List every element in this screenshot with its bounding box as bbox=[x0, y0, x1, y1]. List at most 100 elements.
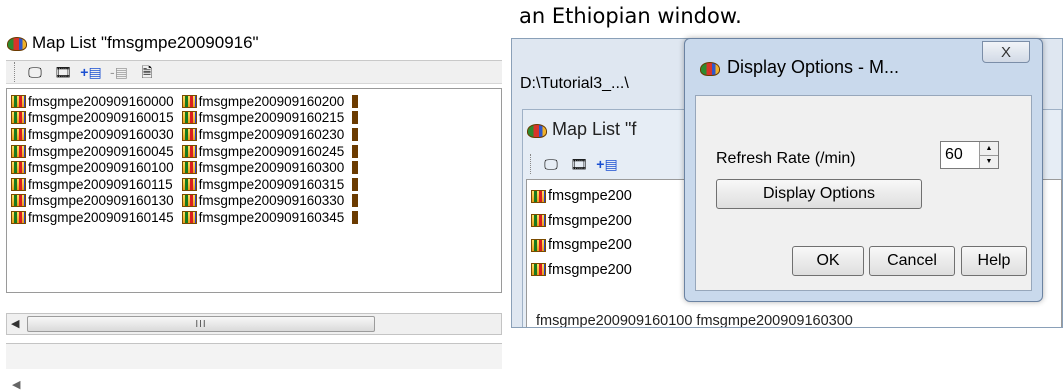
map-file-icon bbox=[181, 111, 197, 125]
map-file-icon bbox=[181, 144, 197, 158]
map-file-icon bbox=[181, 177, 197, 191]
list-item[interactable]: fmsgmpe200909160300 bbox=[181, 159, 344, 176]
list-item-label: fmsgmpe200909160345 bbox=[198, 209, 345, 225]
map-list-grid: fmsgmpe200909160000 fmsgmpe200909160015 fm… bbox=[7, 89, 501, 226]
list-item-label: fmsgmpe200909160000 bbox=[28, 93, 174, 109]
add-layer-icon[interactable]: +▤ bbox=[596, 154, 618, 174]
ok-button[interactable]: OK bbox=[792, 246, 864, 276]
list-item-label: fmsgmpe200 bbox=[548, 212, 632, 229]
list-item-clipped[interactable] bbox=[352, 110, 359, 127]
cancel-button-label: Cancel bbox=[887, 252, 937, 269]
map-file-icon bbox=[531, 238, 546, 252]
refresh-rate-stepper[interactable]: ▲ ▼ bbox=[940, 141, 999, 169]
toolbar-grip[interactable] bbox=[14, 62, 18, 82]
dialog-titlebar: Display Options - M... bbox=[699, 57, 899, 78]
list-item-clipped[interactable] bbox=[352, 209, 359, 226]
map-file-icon bbox=[11, 177, 26, 191]
horizontal-scrollbar[interactable]: ◀ III bbox=[6, 313, 502, 335]
list-item-clipped[interactable] bbox=[352, 159, 359, 176]
window-title: Map List "fmsgmpe20090916" bbox=[32, 33, 259, 52]
map-list[interactable]: fmsgmpe200909160000 fmsgmpe200909160015 fm… bbox=[6, 88, 502, 293]
list-item[interactable]: fmsgmpe200909160245 bbox=[181, 143, 345, 160]
list-item-label: fmsgmpe200909160015 bbox=[28, 110, 174, 126]
list-item[interactable]: fmsgmpe200909160045 bbox=[11, 143, 174, 160]
map-file-icon bbox=[531, 263, 546, 277]
list-item[interactable]: fmsgmpe200909160030 bbox=[11, 126, 174, 143]
list-item-label: fmsgmpe200909160115 bbox=[28, 176, 173, 192]
display-icon[interactable]: 🖵 bbox=[540, 154, 562, 174]
film-icon[interactable]: 🎞 bbox=[568, 154, 590, 174]
map-file-icon bbox=[181, 127, 197, 141]
map-file-icon bbox=[352, 194, 359, 208]
list-item-label: fmsgmpe200909160030 bbox=[28, 126, 174, 142]
list-item-clipped[interactable] bbox=[352, 176, 359, 193]
help-button[interactable]: Help bbox=[961, 246, 1027, 276]
list-item-label: fmsgmpe200 bbox=[548, 261, 632, 278]
close-button[interactable]: X bbox=[982, 41, 1030, 63]
list-item-clipped[interactable] bbox=[352, 93, 359, 110]
list-item-label: fmsgmpe200909160230 bbox=[198, 126, 345, 142]
list-column: fmsgmpe200909160000 fmsgmpe200909160015 fm… bbox=[11, 93, 174, 226]
remove-layer-icon[interactable]: -▤ bbox=[108, 62, 130, 82]
refresh-rate-input[interactable] bbox=[941, 145, 983, 165]
list-item-label: fmsgmpe200909160130 bbox=[28, 193, 174, 209]
display-icon[interactable]: 🖵 bbox=[24, 62, 46, 82]
film-icon[interactable]: 🎞 bbox=[52, 62, 74, 82]
map-list-titlebar: Map List "fmsgmpe20090916" bbox=[6, 30, 502, 56]
dialog-body: Refresh Rate (/min) ▲ ▼ Display Options … bbox=[695, 95, 1032, 291]
map-list-window: Map List "fmsgmpe20090916" 🖵 🎞 +▤ -▤ 🗎 f… bbox=[0, 0, 507, 391]
list-item[interactable]: fmsgmpe200909160000 bbox=[11, 93, 174, 110]
background-toolbar: 🖵 🎞 +▤ bbox=[526, 153, 706, 175]
map-file-icon bbox=[181, 194, 197, 208]
map-file-icon bbox=[352, 127, 359, 141]
app-icon bbox=[6, 35, 27, 51]
list-item[interactable]: fmsgmpe200909160345 bbox=[181, 209, 345, 226]
spin-buttons[interactable]: ▲ ▼ bbox=[979, 142, 998, 168]
list-item-label: fmsgmpe200909160200 bbox=[198, 93, 345, 109]
list-column: fmsgmpe200909160200 fmsgmpe200909160215 fm… bbox=[181, 93, 345, 226]
list-item[interactable]: fmsgmpe200909160215 bbox=[181, 110, 344, 127]
list-item[interactable]: fmsgmpe200909160115 bbox=[11, 176, 174, 193]
list-item-label: fmsgmpe200909160045 bbox=[28, 143, 174, 159]
list-item[interactable]: fmsgmpe200909160100 bbox=[11, 159, 174, 176]
map-file-icon bbox=[352, 94, 359, 108]
list-item-clipped[interactable] bbox=[352, 126, 359, 143]
toolbar-grip[interactable] bbox=[530, 154, 534, 174]
map-file-icon bbox=[11, 161, 26, 175]
scroll-left-icon[interactable]: ◀ bbox=[11, 317, 19, 330]
map-file-icon bbox=[181, 161, 197, 175]
list-item-label: fmsgmpe200909160315 bbox=[198, 176, 345, 192]
map-file-icon bbox=[352, 111, 359, 125]
scroll-thumb[interactable]: III bbox=[27, 316, 375, 332]
map-file-icon bbox=[352, 144, 359, 158]
list-item[interactable]: fmsgmpe200909160145 bbox=[11, 209, 174, 226]
app-icon bbox=[526, 122, 547, 138]
map-file-icon bbox=[352, 210, 359, 224]
properties-icon[interactable]: 🗎 bbox=[136, 62, 158, 82]
list-item-label: fmsgmpe200 bbox=[548, 188, 632, 205]
list-item-clipped[interactable] bbox=[352, 143, 359, 160]
list-item-clipped[interactable] bbox=[352, 193, 359, 210]
list-item-label: fmsgmpe200909160245 bbox=[198, 143, 345, 159]
map-file-icon bbox=[11, 94, 26, 108]
scroll-left-icon[interactable]: ◀ bbox=[12, 378, 20, 391]
list-item[interactable]: fmsgmpe200909160015 bbox=[11, 110, 174, 127]
list-item-label: fmsgmpe200 bbox=[548, 237, 632, 254]
add-layer-icon[interactable]: +▤ bbox=[80, 62, 102, 82]
cancel-button[interactable]: Cancel bbox=[869, 246, 955, 276]
list-item[interactable]: fmsgmpe200909160230 bbox=[181, 126, 345, 143]
display-options-button[interactable]: Display Options bbox=[716, 179, 922, 209]
spin-up-icon[interactable]: ▲ bbox=[980, 142, 998, 155]
list-item[interactable]: fmsgmpe200909160330 bbox=[181, 193, 344, 210]
map-file-icon bbox=[11, 144, 26, 158]
list-item[interactable]: fmsgmpe200909160315 bbox=[181, 176, 345, 193]
path-label: D:\Tutorial3_...\ bbox=[520, 75, 629, 92]
display-options-dialog: Display Options - M... X Refresh Rate (/… bbox=[684, 38, 1043, 302]
list-item-label: fmsgmpe200909160100 bbox=[28, 160, 174, 176]
list-item-label: fmsgmpe200909160145 bbox=[28, 209, 174, 225]
list-item[interactable]: fmsgmpe200909160130 bbox=[11, 193, 174, 210]
list-item[interactable]: fmsgmpe200909160200 bbox=[181, 93, 345, 110]
close-icon: X bbox=[1000, 43, 1011, 61]
map-file-icon bbox=[531, 189, 546, 203]
spin-down-icon[interactable]: ▼ bbox=[980, 154, 998, 168]
